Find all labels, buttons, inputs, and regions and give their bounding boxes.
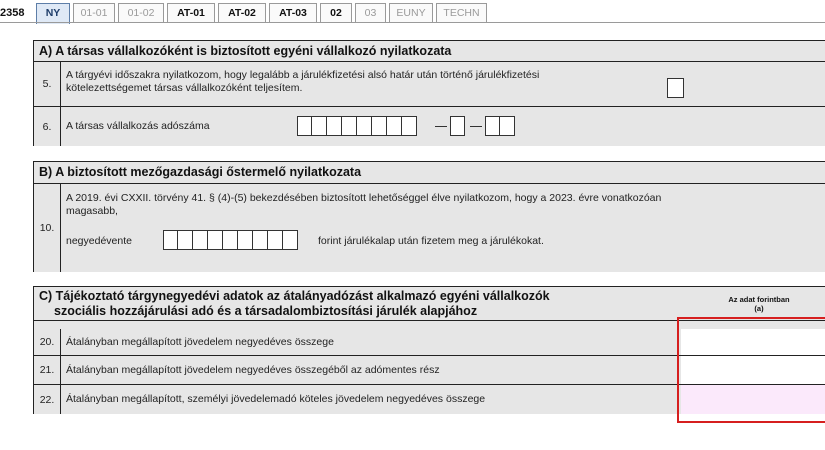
section-b: B) A biztosított mezőgazdasági őstermelő… [33, 161, 825, 272]
row-10: 10. A 2019. évi CXXII. törvény 41. § (4)… [34, 184, 825, 272]
row-6-text: A társas vállalkozás adószáma [66, 120, 210, 132]
tab-euny[interactable]: EUNY [389, 3, 433, 23]
tab-03[interactable]: 03 [355, 3, 386, 23]
row-number: 21. [34, 356, 61, 384]
tax-number-county-code-input[interactable] [485, 116, 515, 136]
row-5-checkbox[interactable] [667, 78, 684, 98]
row-6: 6. A társas vállalkozás adószáma [34, 107, 825, 146]
tax-number-vat-code-input[interactable] [450, 116, 465, 136]
row-5-text-line2: kötelezettségemet társas vállalkozóként … [66, 82, 303, 94]
tab-ny[interactable]: NY [36, 3, 70, 24]
tab-at-03[interactable]: AT-03 [269, 3, 317, 23]
document-id: 2358 [0, 7, 25, 19]
row-22-text: Átalányban megállapított, személyi jöved… [66, 393, 486, 405]
row-10-field-suffix: forint járulékalap után fizetem meg a já… [318, 235, 544, 247]
row-number: 10. [34, 184, 61, 272]
section-a: A) A társas vállalkozóként is biztosítot… [33, 40, 825, 146]
tab-bar: 2358 NY 01-01 01-02 AT-01 AT-02 AT-03 02… [0, 0, 825, 24]
tab-02[interactable]: 02 [320, 3, 352, 23]
tab-01-01[interactable]: 01-01 [73, 3, 115, 23]
row-21-text: Átalányban megállapított jövedelem negye… [66, 364, 440, 376]
tax-number-main-input[interactable] [297, 116, 417, 136]
dash [435, 126, 447, 127]
row-10-field-prefix: negyedévente [66, 235, 132, 247]
section-a-title: A) A társas vállalkozóként is biztosítot… [34, 41, 825, 62]
tab-at-01[interactable]: AT-01 [167, 3, 215, 23]
row-number: 22. [34, 385, 61, 414]
row-20-text: Átalányban megállapított jövedelem negye… [66, 336, 334, 348]
row-number: 20. [34, 329, 61, 355]
row-5-text-line1: A tárgyévi időszakra nyilatkozom, hogy l… [66, 69, 540, 81]
tab-at-02[interactable]: AT-02 [218, 3, 266, 23]
tab-bar-divider [0, 22, 825, 23]
row-number: 6. [34, 107, 61, 146]
amount-column-header-line2: (a) [754, 304, 764, 313]
section-c-header: C) Tájékoztató tárgynegyedévi adatok az … [34, 287, 825, 321]
row-number: 5. [34, 62, 61, 106]
row-10-text-line2: magasabb, [66, 205, 118, 217]
tab-01-02[interactable]: 01-02 [118, 3, 164, 23]
quarterly-contribution-base-input[interactable] [163, 230, 298, 250]
row-5: 5. A tárgyévi időszakra nyilatkozom, hog… [34, 62, 825, 106]
amount-column-header: Az adat forintban (a) [679, 295, 825, 313]
amount-column-header-line1: Az adat forintban [728, 295, 790, 304]
section-b-title: B) A biztosított mezőgazdasági őstermelő… [34, 162, 825, 184]
selection-highlight [677, 317, 825, 423]
row-10-text-line1: A 2019. évi CXXII. törvény 41. § (4)-(5)… [66, 192, 662, 204]
tab-techn[interactable]: TECHN [436, 3, 487, 23]
dash [470, 126, 482, 127]
